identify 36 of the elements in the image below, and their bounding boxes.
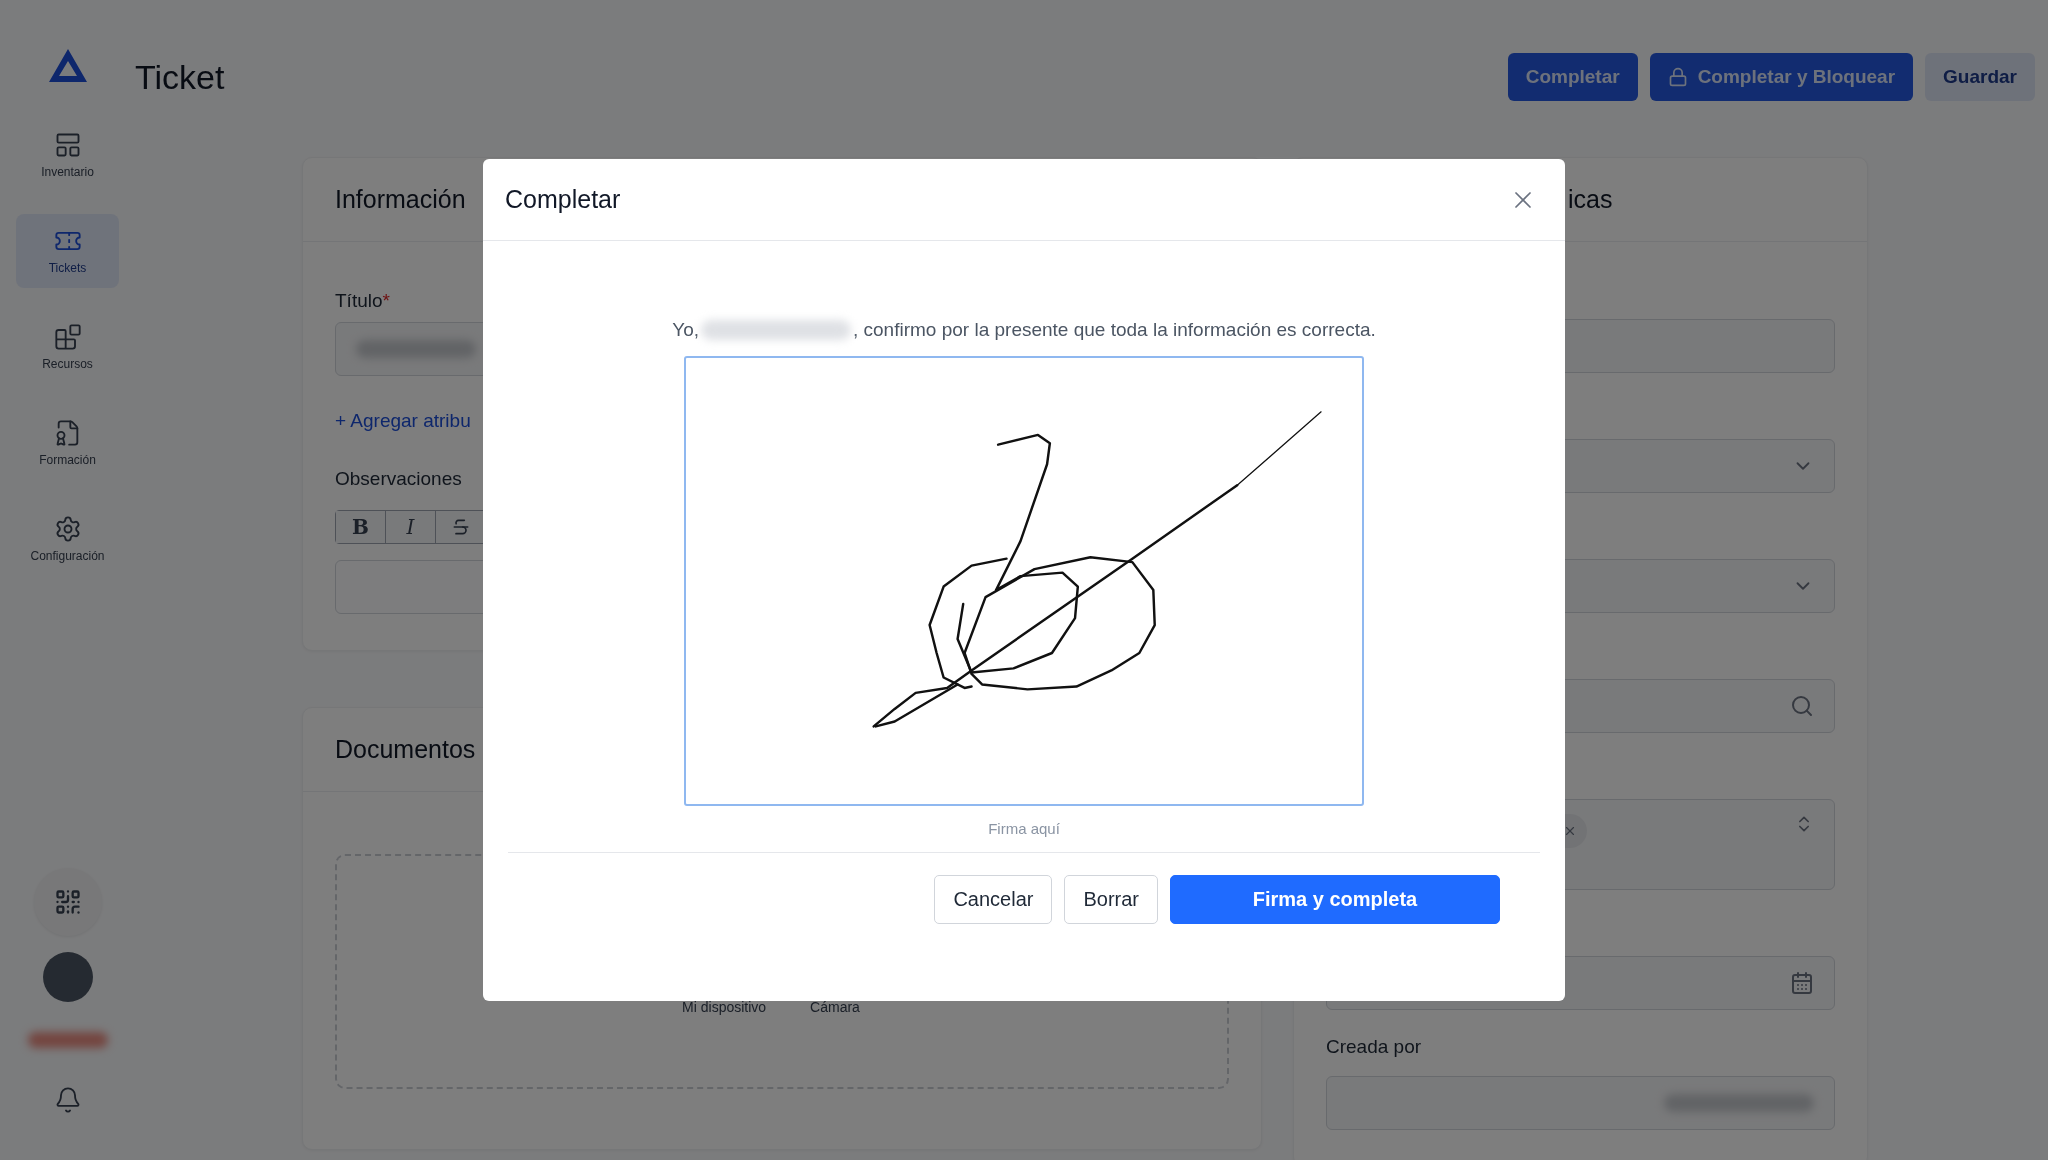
- card-title: Información: [335, 185, 466, 214]
- signature-caption: Firma aquí: [988, 820, 1060, 837]
- text-field[interactable]: [1326, 1076, 1835, 1130]
- sidebar-item[interactable]: Formación: [16, 406, 119, 480]
- sidebar-item[interactable]: Configuración: [16, 502, 119, 576]
- avatar[interactable]: [42, 952, 93, 1002]
- field-label: Creada por: [1326, 1036, 1422, 1058]
- italic-button[interactable]: I: [386, 511, 436, 543]
- calendar-icon: [1790, 971, 1814, 995]
- card-title: Documentos: [335, 735, 476, 764]
- sidebar-item[interactable]: Tickets: [16, 214, 119, 288]
- dialog-button[interactable]: Firma y completa: [1170, 875, 1500, 924]
- blocks-icon: [53, 323, 82, 351]
- dialog-title: Completar: [505, 185, 621, 214]
- field-label: Observaciones: [335, 468, 463, 490]
- remove-icon: [1563, 824, 1577, 838]
- strike-button[interactable]: [436, 511, 486, 543]
- field-label: Título*: [335, 290, 391, 312]
- header-button[interactable]: Completar y Bloquear: [1649, 53, 1914, 101]
- upload-source-label[interactable]: Cámara: [810, 999, 860, 1015]
- qr-code-icon: [53, 888, 82, 916]
- card-title: icas: [1568, 185, 1613, 214]
- logo-icon[interactable]: [47, 48, 88, 84]
- dialog-button[interactable]: Borrar: [1064, 875, 1158, 924]
- upload-source-label[interactable]: Mi dispositivo: [682, 999, 767, 1015]
- header-button[interactable]: Completar: [1507, 53, 1638, 101]
- bold-button[interactable]: B: [336, 511, 386, 543]
- statement-text: Yo,: [672, 319, 699, 341]
- page-title: Ticket: [135, 57, 226, 97]
- header-button[interactable]: Guardar: [1925, 53, 2035, 101]
- dialog-button[interactable]: Cancelar: [934, 875, 1053, 924]
- sidebar-item[interactable]: Recursos: [16, 310, 119, 384]
- sidebar-item[interactable]: Inventario: [16, 118, 119, 192]
- lock-icon: [1667, 67, 1688, 87]
- statement-text: , confirmo por la presente que toda la información es correcta.: [853, 319, 1376, 341]
- search-icon: [1790, 694, 1814, 718]
